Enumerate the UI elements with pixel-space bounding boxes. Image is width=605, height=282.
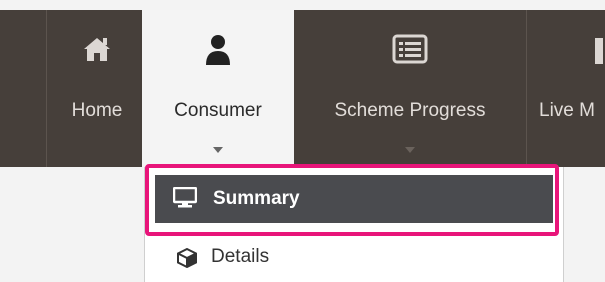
cube-icon: [177, 247, 197, 274]
home-icon: [52, 32, 142, 66]
menu-item-details[interactable]: Details: [155, 242, 553, 272]
menu-item-summary-label: Summary: [213, 188, 300, 209]
monitor-icon: [172, 186, 198, 215]
nav-item-scheme-progress[interactable]: Scheme Progress: [294, 10, 526, 167]
chevron-down-icon: [405, 147, 415, 153]
partial-icon: [527, 32, 605, 66]
nav-item-consumer[interactable]: Consumer: [142, 10, 294, 167]
nav-item-live[interactable]: Live M: [527, 10, 605, 167]
nav-item-home[interactable]: Home: [52, 10, 142, 167]
nav-item-home-label: Home: [71, 100, 123, 121]
top-navbar: Home Consumer Scheme Progress Live M: [0, 10, 605, 167]
menu-item-summary[interactable]: Summary: [155, 175, 553, 223]
nav-separator: [46, 10, 47, 167]
list-icon: [294, 32, 526, 66]
user-icon: [142, 32, 294, 66]
nav-item-live-label: Live M: [539, 100, 595, 121]
nav-item-consumer-label: Consumer: [174, 100, 262, 121]
chevron-down-icon: [213, 147, 223, 153]
nav-item-scheme-progress-label: Scheme Progress: [334, 100, 486, 121]
menu-item-details-label: Details: [211, 246, 270, 267]
consumer-dropdown-menu: Summary Details: [144, 167, 564, 282]
